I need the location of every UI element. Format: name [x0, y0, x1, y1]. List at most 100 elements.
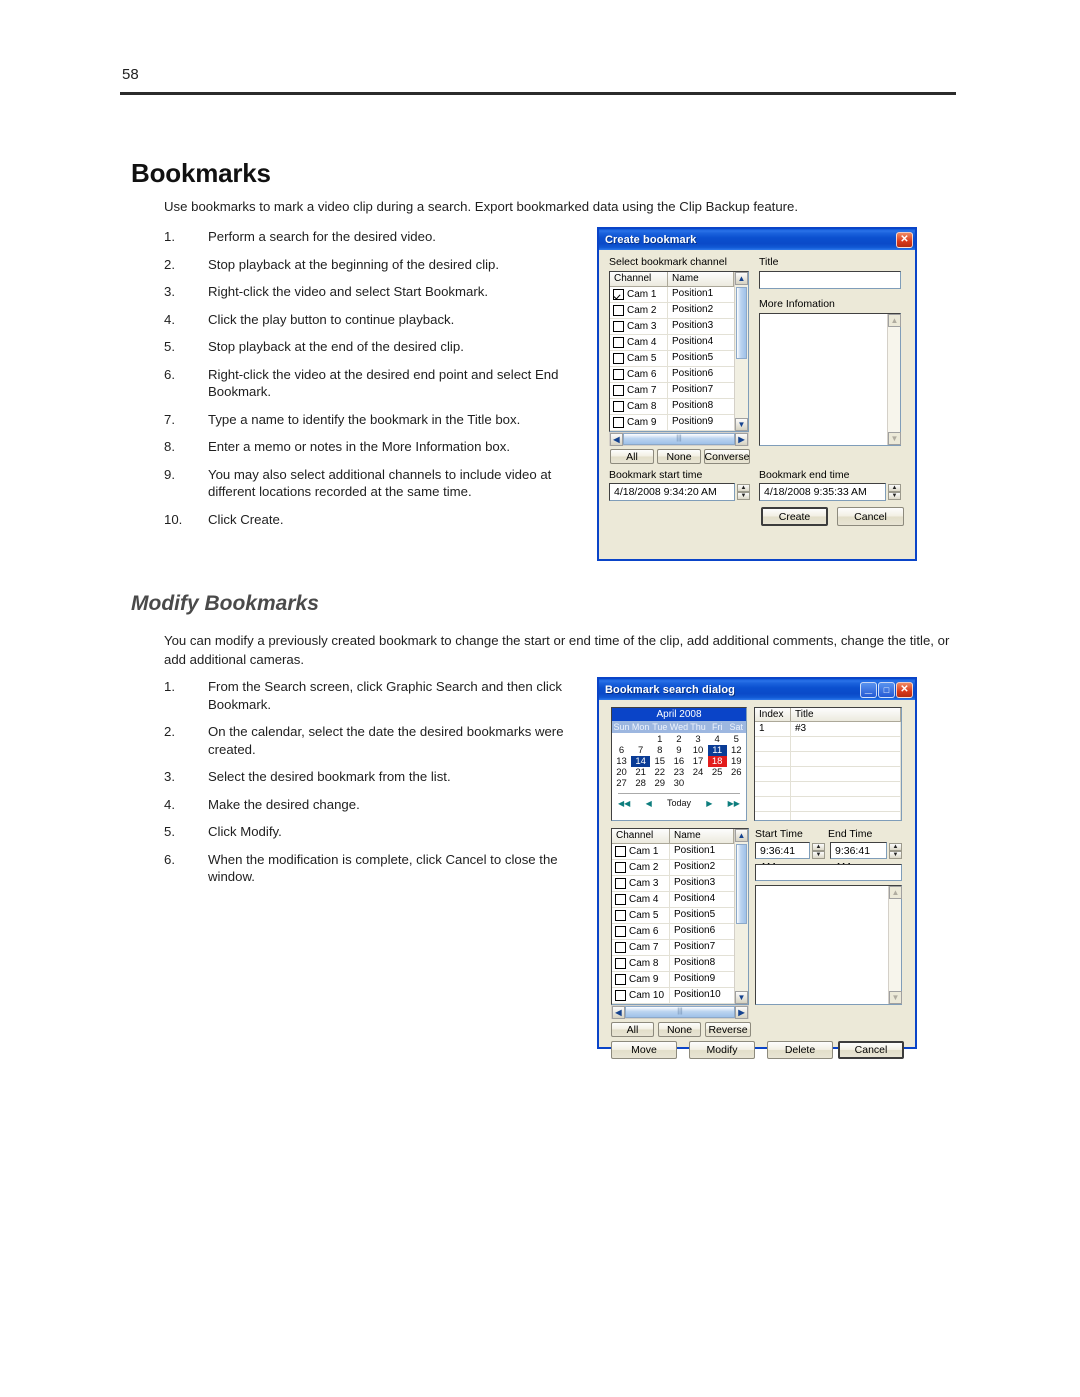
cancel-button[interactable]: Cancel: [837, 507, 904, 526]
scroll-right-icon[interactable]: ▶: [735, 432, 748, 446]
delete-button[interactable]: Delete: [767, 1041, 833, 1059]
calendar-day[interactable]: [727, 778, 746, 789]
channel-checkbox[interactable]: [613, 305, 624, 316]
search-dialog-titlebar[interactable]: Bookmark search dialog _ □ ✕: [599, 679, 915, 700]
calendar-day[interactable]: 26: [727, 767, 746, 778]
scroll-up-icon[interactable]: ▲: [889, 886, 902, 899]
channel-checkbox[interactable]: [613, 321, 624, 332]
bookmark-end-time-input[interactable]: 4/18/2008 9:35:33 AM: [759, 483, 886, 501]
create-channel-list-vscrollbar[interactable]: ▲ ▼: [734, 272, 748, 431]
move-button[interactable]: Move: [611, 1041, 677, 1059]
create-channel-list[interactable]: Channel Name Cam 1 Position1 Cam 2 Positio…: [609, 271, 749, 432]
scroll-down-icon[interactable]: ▼: [889, 991, 902, 1004]
select-all-button[interactable]: All: [611, 1022, 654, 1037]
start-time-field[interactable]: 9:36:41 AM ▲▼: [755, 842, 825, 873]
column-header-index[interactable]: Index: [755, 708, 791, 722]
calendar-today-button[interactable]: Today: [667, 798, 691, 808]
table-row[interactable]: [755, 737, 901, 752]
channel-checkbox[interactable]: [615, 862, 626, 873]
cancel-button[interactable]: Cancel: [838, 1041, 904, 1059]
column-header-title[interactable]: Title: [791, 708, 901, 722]
table-row[interactable]: Cam 8 Position8: [612, 956, 748, 972]
hscroll-thumb[interactable]: |||: [623, 433, 735, 445]
channel-checkbox[interactable]: [615, 878, 626, 889]
calendar-day[interactable]: 5: [727, 734, 746, 745]
search-channel-list[interactable]: Channel Name Cam 1 Position1 Cam 2 Positio…: [611, 828, 749, 1005]
table-row[interactable]: Cam 1 Position1: [610, 287, 748, 303]
calendar-day[interactable]: 30: [669, 778, 688, 789]
scroll-up-icon[interactable]: ▲: [735, 829, 748, 842]
spinner-down-icon[interactable]: ▼: [889, 850, 902, 859]
table-row[interactable]: Cam 1 Position1: [612, 844, 748, 860]
create-bookmark-dialog[interactable]: Create bookmark ✕ Select bookmark channe…: [597, 227, 917, 561]
calendar-day[interactable]: 10: [689, 745, 708, 756]
modify-button[interactable]: Modify: [689, 1041, 755, 1059]
spinner-up-icon[interactable]: ▲: [812, 842, 825, 851]
column-header-channel[interactable]: Channel: [612, 829, 670, 844]
scroll-down-icon[interactable]: ▼: [888, 432, 901, 445]
bookmark-search-dialog[interactable]: Bookmark search dialog _ □ ✕ April 2008 …: [597, 677, 917, 1059]
select-all-button[interactable]: All: [610, 449, 654, 464]
channel-checkbox[interactable]: [615, 958, 626, 969]
channel-checkbox[interactable]: [615, 926, 626, 937]
calendar-day[interactable]: 12: [727, 745, 746, 756]
calendar-day[interactable]: [612, 734, 631, 745]
table-row[interactable]: [755, 812, 901, 820]
title-input[interactable]: [759, 271, 901, 289]
calendar-day[interactable]: 8: [650, 745, 669, 756]
channel-checkbox[interactable]: [613, 401, 624, 412]
table-row[interactable]: Cam 10 Position10: [612, 988, 748, 1004]
table-row[interactable]: 1 #3: [755, 722, 901, 737]
end-time-spinner[interactable]: ▲ ▼: [889, 842, 902, 859]
spinner-down-icon[interactable]: ▼: [737, 492, 750, 500]
vscroll-thumb[interactable]: [736, 287, 747, 359]
calendar-day[interactable]: 22: [650, 767, 669, 778]
calendar[interactable]: April 2008 Sun Mon Tue Wed Thu Fri Sat 1…: [611, 707, 747, 821]
column-header-name[interactable]: Name: [668, 272, 734, 287]
calendar-day[interactable]: 20: [612, 767, 631, 778]
scroll-left-icon[interactable]: ◀: [612, 1005, 625, 1019]
bookmark-end-time-field[interactable]: 4/18/2008 9:35:33 AM ▲ ▼: [759, 483, 901, 501]
table-row[interactable]: Cam 2 Position2: [610, 303, 748, 319]
table-row[interactable]: Cam 4 Position4: [612, 892, 748, 908]
table-row[interactable]: Cam 3 Position3: [610, 319, 748, 335]
search-channel-list-hscrollbar[interactable]: ◀ ||| ▶: [611, 1005, 749, 1019]
start-time-spinner[interactable]: ▲ ▼: [737, 484, 750, 500]
vscroll-thumb[interactable]: [736, 844, 747, 924]
calendar-navigation[interactable]: ◀◀ ◀ Today ▶ ▶▶: [618, 793, 740, 808]
table-row[interactable]: [755, 782, 901, 797]
calendar-day[interactable]: 19: [727, 756, 746, 767]
scroll-down-icon[interactable]: ▼: [735, 991, 748, 1004]
calendar-day[interactable]: 3: [689, 734, 708, 745]
table-row[interactable]: Cam 9 Position9: [612, 972, 748, 988]
table-row[interactable]: Cam 4 Position4: [610, 335, 748, 351]
channel-checkbox[interactable]: [615, 974, 626, 985]
table-row[interactable]: Cam 9 Position9: [610, 415, 748, 431]
calendar-first-icon[interactable]: ◀◀: [618, 799, 630, 808]
bookmark-title-input[interactable]: [755, 864, 902, 881]
select-converse-button[interactable]: Converse: [704, 449, 750, 464]
more-information-vscrollbar[interactable]: ▲ ▼: [887, 314, 901, 445]
bookmark-start-time-input[interactable]: 4/18/2008 9:34:20 AM: [609, 483, 735, 501]
calendar-day[interactable]: 28: [631, 778, 650, 789]
minimize-icon[interactable]: _: [860, 681, 877, 698]
table-row[interactable]: [755, 752, 901, 767]
select-none-button[interactable]: None: [657, 449, 701, 464]
calendar-grid[interactable]: 1 2 3 4 5 6 7 8 9 10 11 12 13 14 15 16 1…: [612, 733, 746, 789]
scroll-up-icon[interactable]: ▲: [735, 272, 748, 285]
column-header-name[interactable]: Name: [670, 829, 734, 844]
calendar-day[interactable]: 29: [650, 778, 669, 789]
table-row[interactable]: Cam 7 Position7: [612, 940, 748, 956]
more-information-textarea[interactable]: ▲ ▼: [759, 313, 901, 446]
calendar-day[interactable]: 1: [650, 734, 669, 745]
calendar-day[interactable]: 4: [708, 734, 727, 745]
scroll-left-icon[interactable]: ◀: [610, 432, 623, 446]
calendar-day[interactable]: 23: [669, 767, 688, 778]
end-time-input[interactable]: 9:36:41 AM: [830, 842, 887, 873]
create-dialog-titlebar[interactable]: Create bookmark ✕: [599, 229, 915, 250]
start-time-spinner[interactable]: ▲ ▼: [812, 842, 825, 859]
table-row[interactable]: Cam 6 Position6: [610, 367, 748, 383]
spinner-up-icon[interactable]: ▲: [889, 842, 902, 851]
hscroll-thumb[interactable]: |||: [625, 1006, 735, 1018]
calendar-next-icon[interactable]: ▶: [706, 799, 712, 808]
